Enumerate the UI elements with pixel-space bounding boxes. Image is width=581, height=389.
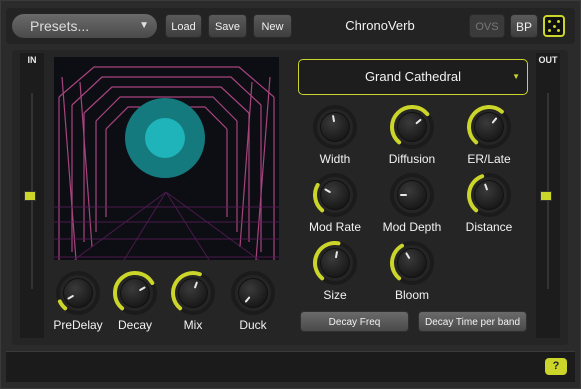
preset-name: Grand Cathedral [364, 69, 462, 84]
presets-dropdown[interactable]: Presets... ▼ [12, 14, 157, 38]
load-button[interactable]: Load [165, 14, 202, 38]
distance-label: Distance [465, 220, 513, 234]
distance-knob[interactable] [465, 171, 513, 224]
input-meter-label: IN [27, 55, 37, 65]
er-late-label: ER/Late [467, 152, 511, 166]
bloom-label: Bloom [394, 288, 429, 302]
mod-depth-knob[interactable] [388, 171, 436, 224]
new-button[interactable]: New [253, 14, 292, 38]
status-bar [6, 351, 575, 382]
chevron-down-icon: ▼ [139, 20, 149, 31]
output-gain-slider[interactable] [540, 191, 552, 201]
size-knob[interactable] [311, 239, 359, 292]
decay-freq-button[interactable]: Decay Freq [300, 311, 409, 332]
input-meter: IN [20, 53, 44, 338]
er-late-knob[interactable] [465, 103, 513, 156]
visualizer-graphic [54, 57, 279, 260]
help-button[interactable]: ? [545, 358, 567, 375]
width-knob[interactable] [311, 103, 359, 156]
presets-label: Presets... [30, 18, 90, 34]
duck-knob[interactable] [229, 269, 277, 322]
chevron-down-icon: ▼ [512, 72, 520, 81]
bp-button[interactable]: BP [510, 14, 538, 38]
plugin-title: ChronoVerb [345, 18, 415, 33]
bloom-knob[interactable] [388, 239, 436, 292]
mod-rate-knob[interactable] [311, 171, 359, 224]
duck-label: Duck [239, 318, 267, 332]
mix-knob[interactable] [169, 269, 217, 322]
predelay-knob[interactable] [54, 269, 102, 322]
preset-name-dropdown[interactable]: Grand Cathedral ▼ [298, 59, 528, 95]
diffusion-knob[interactable] [388, 103, 436, 156]
decay-time-per-band-button[interactable]: Decay Time per band [418, 311, 527, 332]
randomize-dice-icon[interactable] [543, 15, 565, 37]
output-meter-label: OUT [538, 55, 558, 65]
decay-knob[interactable] [111, 269, 159, 322]
ovs-button[interactable]: OVS [469, 14, 505, 38]
input-gain-slider[interactable] [24, 191, 36, 201]
reverb-visualizer [54, 57, 279, 260]
output-meter: OUT [536, 53, 560, 338]
save-button[interactable]: Save [208, 14, 247, 38]
